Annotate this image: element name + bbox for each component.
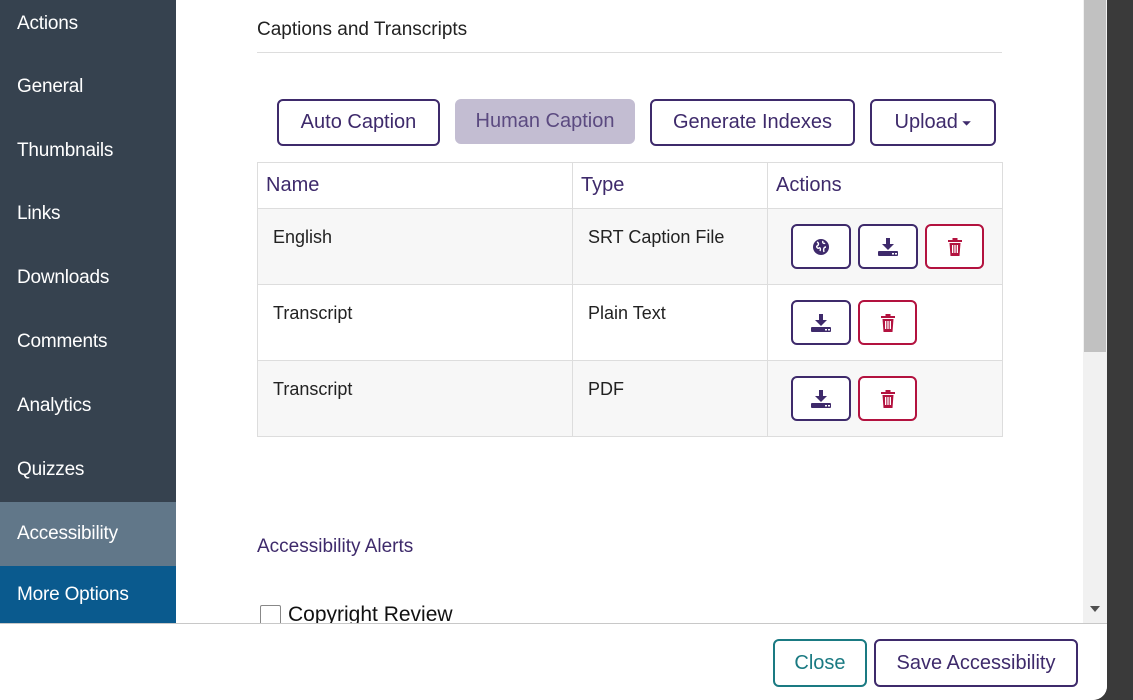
column-header-type: Type — [572, 162, 768, 209]
row-name: English — [257, 208, 573, 285]
generate-indexes-button[interactable]: Generate Indexes — [650, 99, 855, 146]
delete-button[interactable] — [925, 224, 984, 269]
row-name: Transcript — [257, 360, 573, 437]
sidebar-item-quizzes[interactable]: Quizzes — [0, 438, 176, 502]
trash-icon — [880, 313, 895, 332]
scrollbar-thumb[interactable] — [1084, 0, 1106, 352]
table-row: Transcript PDF — [257, 360, 1003, 437]
globe-icon — [813, 238, 829, 255]
sidebar-item-actions[interactable]: Actions — [0, 0, 176, 56]
human-caption-button[interactable]: Human Caption — [455, 99, 635, 144]
table-header-row: Name Type Actions — [257, 162, 1003, 209]
copyright-review-option[interactable]: Copyright Review — [260, 603, 453, 623]
row-type: PDF — [572, 360, 768, 437]
row-name: Transcript — [257, 284, 573, 361]
download-button[interactable] — [791, 300, 851, 345]
main-content: Captions and Transcripts Auto Caption Hu… — [176, 0, 1083, 623]
sidebar-item-accessibility[interactable]: Accessibility — [0, 502, 176, 566]
copyright-review-checkbox[interactable] — [260, 604, 281, 623]
sidebar-item-analytics[interactable]: Analytics — [0, 374, 176, 438]
sidebar: Actions General Thumbnails Links Downloa… — [0, 0, 176, 623]
auto-caption-button[interactable]: Auto Caption — [277, 99, 440, 146]
sidebar-item-thumbnails[interactable]: Thumbnails — [0, 119, 176, 183]
download-button[interactable] — [858, 224, 918, 269]
row-actions — [767, 284, 1003, 361]
delete-button[interactable] — [858, 300, 917, 345]
upload-label: Upload — [894, 111, 958, 133]
sidebar-item-comments[interactable]: Comments — [0, 310, 176, 374]
vertical-scrollbar[interactable] — [1083, 0, 1107, 623]
sidebar-item-general[interactable]: General — [0, 55, 176, 119]
download-button[interactable] — [791, 376, 851, 421]
trash-icon — [947, 237, 962, 256]
captions-section-title: Captions and Transcripts — [257, 19, 468, 40]
column-header-actions: Actions — [767, 162, 1003, 209]
sidebar-item-more-options[interactable]: More Options — [0, 566, 176, 623]
accessibility-dialog: Actions General Thumbnails Links Downloa… — [0, 0, 1107, 700]
section-divider — [257, 52, 1002, 53]
trash-icon — [880, 389, 895, 408]
copyright-review-label: Copyright Review — [288, 603, 453, 623]
upload-button[interactable]: Upload ⏷ — [870, 99, 996, 146]
table-row: Transcript Plain Text — [257, 284, 1003, 361]
close-button[interactable]: Close — [773, 639, 867, 687]
row-type: Plain Text — [572, 284, 768, 361]
captions-table: Name Type Actions English SRT Caption Fi… — [257, 162, 1003, 437]
delete-button[interactable] — [858, 376, 917, 421]
row-actions — [767, 360, 1003, 437]
accessibility-alerts-title: Accessibility Alerts — [257, 536, 414, 557]
download-icon — [811, 313, 831, 332]
row-actions — [767, 208, 1003, 285]
sidebar-item-links[interactable]: Links — [0, 182, 176, 246]
row-type: SRT Caption File — [572, 208, 768, 285]
sidebar-item-downloads[interactable]: Downloads — [0, 246, 176, 310]
download-icon — [878, 237, 898, 256]
table-row: English SRT Caption File — [257, 208, 1003, 285]
save-accessibility-button[interactable]: Save Accessibility — [874, 639, 1078, 687]
view-caption-button[interactable] — [791, 224, 851, 269]
scroll-down-arrow-icon[interactable] — [1090, 606, 1100, 612]
column-header-name: Name — [257, 162, 573, 209]
download-icon — [811, 389, 831, 408]
caret-down-icon: ⏷ — [961, 115, 972, 130]
dialog-footer: Close Save Accessibility — [0, 623, 1107, 700]
